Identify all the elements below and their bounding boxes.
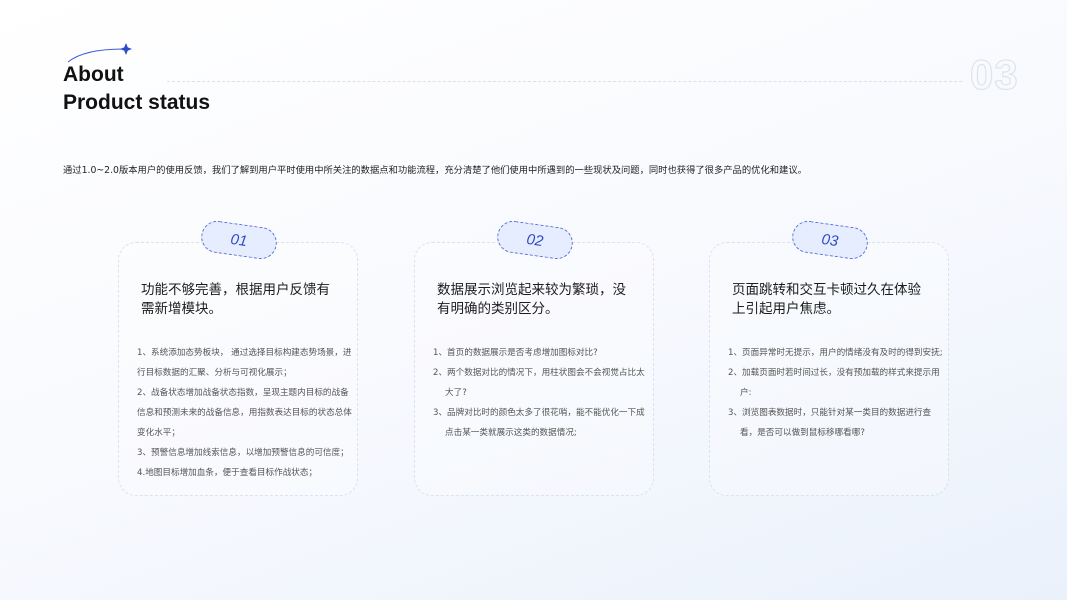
intro-paragraph: 通过1.0~2.0版本用户的使用反馈，我们了解到用户平时使用中所关注的数据点和功…	[63, 165, 807, 176]
card-title: 数据展示浏览起来较为繁琐，没有明确的类别区分。	[437, 282, 626, 317]
title-line-about: About	[63, 63, 124, 86]
title-line-product-status: Product status	[63, 91, 211, 114]
list-item: 2、加载页面时若时间过长，没有预加载的样式来提示用户:	[728, 368, 940, 398]
header-divider	[167, 81, 962, 82]
card-list: 1、页面异常时无提示，用户的情绪没有及时的得到安抚; 2、加载页面时若时间过长，…	[728, 343, 943, 443]
list-item: 4.地图目标增加血条，便于查看目标作战状态；	[137, 468, 318, 478]
card-title: 页面跳转和交互卡顿过久在体验上引起用户焦虑。	[732, 282, 921, 317]
feedback-card-1: 功能不够完善，根据用户反馈有需新增模块。 1、系统添加态势板块， 通过选择目标构…	[118, 242, 358, 496]
feedback-card-3: 页面跳转和交互卡顿过久在体验上引起用户焦虑。 1、页面异常时无提示，用户的情绪没…	[709, 242, 949, 496]
list-item: 1、首页的数据展示是否考虑增加图标对比?	[433, 348, 598, 358]
list-item: 3、品牌对比时的颜色太多了很花哨，能不能优化一下成点击某一类就展示这类的数据情况…	[433, 408, 645, 438]
list-item: 2、战备状态增加战备状态指数，呈现主题内目标的战备信息和预测未来的战备信息，用指…	[137, 388, 352, 438]
list-item: 2、两个数据对比的情况下，用柱状图会不会视觉占比太大了?	[433, 368, 645, 398]
card-list: 1、首页的数据展示是否考虑增加图标对比? 2、两个数据对比的情况下，用柱状图会不…	[433, 343, 648, 443]
page-title: About Product status	[63, 62, 210, 118]
list-item: 3、浏览图表数据时，只能针对某一类目的数据进行查看，是否可以做到鼠标移哪看哪?	[728, 408, 932, 438]
list-item: 3、预警信息增加线索信息，以增加预警信息的可信度；	[137, 448, 349, 458]
card-title: 功能不够完善，根据用户反馈有需新增模块。	[141, 282, 330, 317]
list-item: 1、系统添加态势板块， 通过选择目标构建态势场景，进行目标数据的汇聚、分析与可视…	[137, 348, 352, 378]
list-item: 1、页面异常时无提示，用户的情绪没有及时的得到安抚;	[728, 348, 943, 358]
feedback-card-2: 数据展示浏览起来较为繁琐，没有明确的类别区分。 1、首页的数据展示是否考虑增加图…	[414, 242, 654, 496]
card-list: 1、系统添加态势板块， 通过选择目标构建态势场景，进行目标数据的汇聚、分析与可视…	[137, 343, 352, 483]
page-number: 03	[969, 50, 1019, 98]
decorative-arc-star-icon	[67, 43, 132, 63]
